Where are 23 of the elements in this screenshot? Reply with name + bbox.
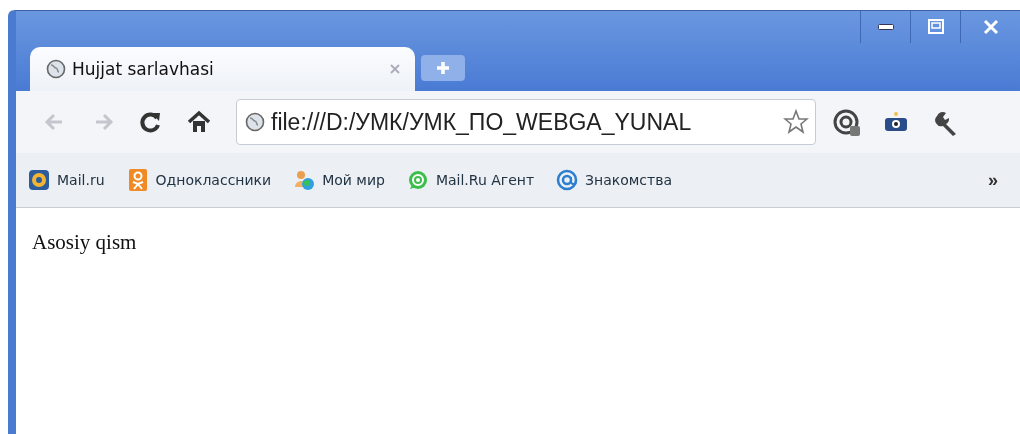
plus-icon: [435, 60, 451, 76]
person-icon: [126, 169, 149, 191]
bookmark[interactable]: Mail.Ru Агент: [404, 167, 537, 193]
globe-icon: [46, 59, 66, 79]
bookmark[interactable]: Мой мир: [291, 167, 387, 193]
star-icon[interactable]: [783, 109, 809, 135]
bookmark[interactable]: Знакомства: [554, 167, 675, 193]
people-icon: [293, 169, 316, 191]
page-text: Asosiy qism: [32, 230, 138, 255]
more-bookmarks-button[interactable]: »: [988, 169, 998, 191]
at-sign-icon[interactable]: [832, 108, 860, 136]
mail-icon: [28, 169, 50, 191]
at-sign-icon: [556, 169, 579, 191]
browser-tab[interactable]: Hujjat sarlavhasi: [30, 47, 415, 91]
address-bar[interactable]: file:///D:/УМК/УМК_ПО_WEBGA_YUNAL: [236, 99, 816, 145]
maximize-icon: [925, 17, 946, 37]
bookmark[interactable]: Одноклассники: [124, 167, 274, 193]
bookmark[interactable]: Mail.ru: [26, 167, 107, 193]
minimize-icon: [877, 24, 894, 30]
new-tab-button[interactable]: [421, 55, 465, 81]
chat-icon: [406, 169, 429, 191]
globe-icon: [245, 112, 265, 132]
home-icon: [186, 109, 212, 135]
